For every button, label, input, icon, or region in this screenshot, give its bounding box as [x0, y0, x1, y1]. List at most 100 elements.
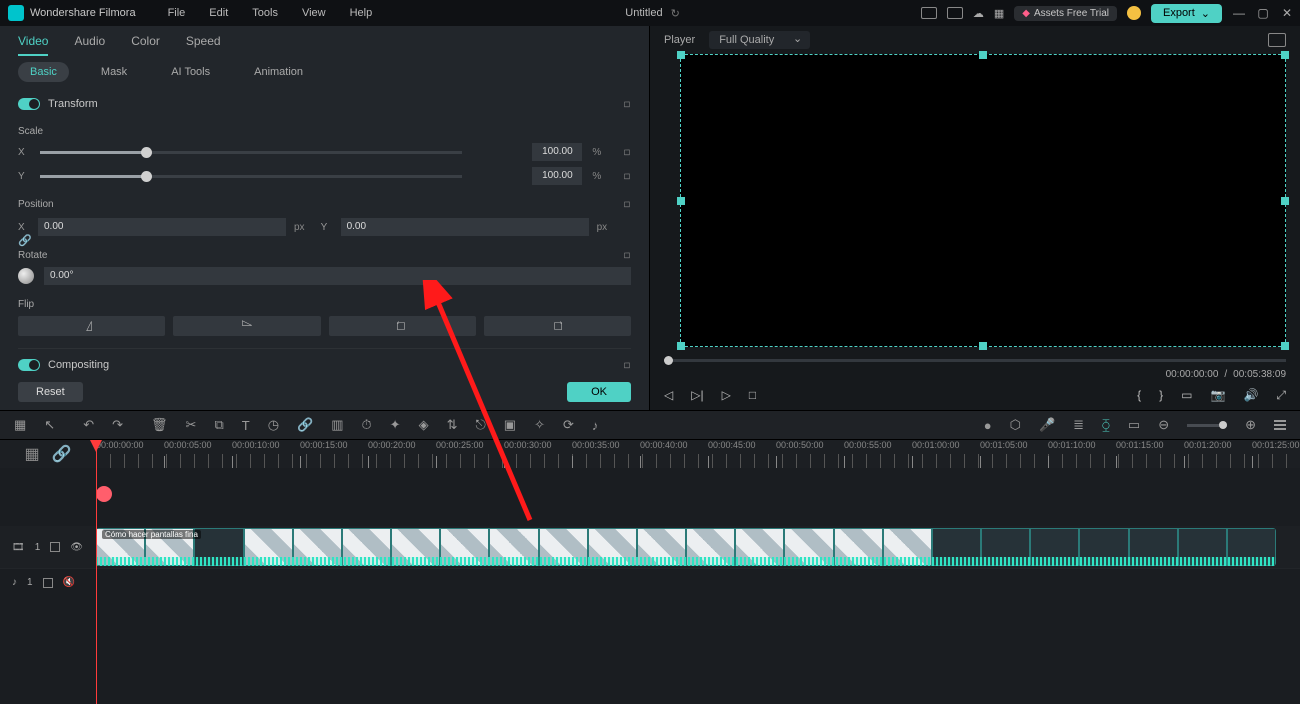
subtab-mask[interactable]: Mask	[89, 62, 139, 82]
video-clip[interactable]: Cómo hacer pantallas fina	[96, 528, 1276, 566]
rotate-ccw-button[interactable]	[329, 316, 476, 336]
subtab-animation[interactable]: Animation	[242, 62, 315, 82]
position-keyframe-icon[interactable]: ◇	[621, 198, 634, 211]
split-icon[interactable]: ⎋	[475, 417, 485, 433]
layout-icon-1[interactable]	[921, 7, 937, 19]
menu-edit[interactable]: Edit	[209, 7, 228, 19]
compositing-section-header[interactable]: Compositing ◇	[18, 348, 631, 374]
track-mute-icon[interactable]: 🔇	[63, 577, 75, 588]
position-x-field[interactable]: 0.00	[38, 218, 286, 236]
audio-track-header[interactable]: ♪ 1 🔇	[0, 569, 96, 596]
tab-speed[interactable]: Speed	[186, 34, 221, 56]
scale-y-slider[interactable]	[40, 175, 462, 178]
preview-canvas[interactable]	[680, 54, 1286, 347]
menu-tools[interactable]: Tools	[252, 7, 278, 19]
history-icon[interactable]: ↻	[671, 7, 680, 20]
grid-tool-icon[interactable]: ▦	[14, 417, 26, 433]
ok-button[interactable]: OK	[567, 382, 631, 402]
adjust-icon[interactable]: ⇅	[447, 417, 458, 433]
export-button[interactable]: Export ⌄	[1151, 4, 1222, 23]
text-icon[interactable]: T	[242, 418, 250, 433]
rotate-cw-button[interactable]	[484, 316, 631, 336]
resize-handle[interactable]	[677, 342, 685, 350]
track-layout-icon[interactable]: ▦	[24, 444, 39, 464]
rotate-keyframe-icon[interactable]: ◇	[621, 249, 634, 262]
rotate-dial[interactable]	[18, 268, 34, 284]
crop-icon[interactable]: ⧉	[214, 417, 223, 433]
track-link-icon[interactable]: 🔗	[52, 444, 72, 464]
subtab-basic[interactable]: Basic	[18, 62, 69, 82]
quality-dropdown[interactable]: Full Quality	[709, 31, 810, 49]
flip-horizontal-button[interactable]	[18, 316, 165, 336]
resize-handle[interactable]	[677, 197, 685, 205]
cut-icon[interactable]: ✂	[186, 417, 197, 433]
window-maximize[interactable]: ▢	[1256, 6, 1270, 20]
group-icon[interactable]: ▣	[504, 417, 516, 433]
mixer-icon[interactable]: ≣	[1073, 417, 1084, 433]
snapshot-button[interactable]: 📷	[1210, 388, 1225, 402]
scale-y-value[interactable]: 100.00	[532, 167, 582, 185]
snapshot-icon[interactable]	[1268, 33, 1286, 47]
rotate-field[interactable]: 0.00°	[44, 267, 631, 285]
tab-color[interactable]: Color	[131, 34, 160, 56]
scale-y-keyframe-icon[interactable]: ◇	[621, 169, 634, 182]
color-icon[interactable]: ▥	[331, 417, 343, 433]
flip-vertical-button[interactable]	[173, 316, 320, 336]
transform-keyframe-icon[interactable]: ◇	[621, 97, 634, 110]
resize-handle[interactable]	[677, 51, 685, 59]
tab-audio[interactable]: Audio	[74, 34, 105, 56]
menu-help[interactable]: Help	[350, 7, 373, 19]
compositing-keyframe-icon[interactable]: ◇	[621, 358, 634, 371]
prev-frame-button[interactable]: ◁	[664, 388, 673, 402]
tab-video[interactable]: Video	[18, 34, 48, 56]
timeline-ruler[interactable]: ▦ 🔗 00:00:00:0000:00:05:0000:00:10:0000:…	[0, 440, 1300, 468]
resize-handle[interactable]	[979, 51, 987, 59]
link-icon[interactable]: 🔗	[297, 417, 313, 433]
preview-viewport[interactable]	[680, 54, 1286, 347]
resize-handle[interactable]	[1281, 51, 1289, 59]
assets-free-trial-button[interactable]: ◆ Assets Free Trial	[1014, 6, 1117, 21]
fullscreen-icon[interactable]: ⤢	[1276, 388, 1286, 403]
position-y-field[interactable]: 0.00	[341, 218, 589, 236]
scale-x-slider[interactable]	[40, 151, 462, 154]
window-minimize[interactable]: —	[1232, 6, 1246, 20]
scale-x-keyframe-icon[interactable]: ◇	[621, 145, 634, 158]
mark-in-icon[interactable]: {	[1137, 388, 1141, 402]
grid-icon[interactable]: ▦	[994, 7, 1004, 20]
redo-icon[interactable]: ↷	[112, 417, 123, 433]
resize-handle[interactable]	[1281, 342, 1289, 350]
gold-badge-icon[interactable]	[1127, 6, 1141, 20]
video-track-header[interactable]: 🎞 1 👁	[0, 526, 96, 568]
timer-icon[interactable]: ⏱	[362, 417, 372, 433]
subtab-ai-tools[interactable]: AI Tools	[159, 62, 222, 82]
track-lock-icon[interactable]	[50, 542, 60, 552]
pointer-tool-icon[interactable]: ↖	[44, 417, 55, 433]
timeline-options-icon[interactable]	[1274, 420, 1286, 430]
link-axes-icon[interactable]: 🔗	[18, 234, 32, 247]
transform-toggle[interactable]	[18, 98, 40, 110]
undo-icon[interactable]: ↶	[83, 417, 94, 433]
speed-icon[interactable]: ◷	[268, 417, 279, 433]
volume-icon[interactable]: 🔊	[1243, 388, 1258, 402]
zoom-out-icon[interactable]: ⊖	[1158, 417, 1169, 433]
stop-button[interactable]: □	[749, 388, 756, 402]
delete-icon[interactable]: 🗑	[151, 417, 168, 433]
effects-tool-icon[interactable]: ✧	[534, 417, 545, 433]
layout-icon-2[interactable]	[947, 7, 963, 19]
reset-button[interactable]: Reset	[18, 382, 83, 402]
keyframe-tool-icon[interactable]: ◈	[419, 417, 429, 433]
mark-out-icon[interactable]: }	[1159, 388, 1163, 402]
play-backward-button[interactable]: ▷|	[691, 388, 703, 402]
timeline-marker[interactable]	[96, 486, 112, 502]
transform-section-header[interactable]: Transform ◇	[18, 88, 631, 120]
player-scrubber[interactable]	[664, 353, 1286, 369]
play-button[interactable]: ▷	[722, 388, 731, 402]
menu-file[interactable]: File	[168, 7, 186, 19]
mic-icon[interactable]: 🎤	[1039, 417, 1055, 433]
menu-view[interactable]: View	[302, 7, 326, 19]
render-icon[interactable]: ⟳	[563, 417, 574, 433]
window-close[interactable]: ✕	[1280, 6, 1294, 20]
cloud-icon[interactable]: ☁	[973, 7, 984, 20]
detect-icon[interactable]: ✦	[390, 417, 401, 433]
magnet-icon[interactable]: ⧲	[1102, 417, 1110, 433]
